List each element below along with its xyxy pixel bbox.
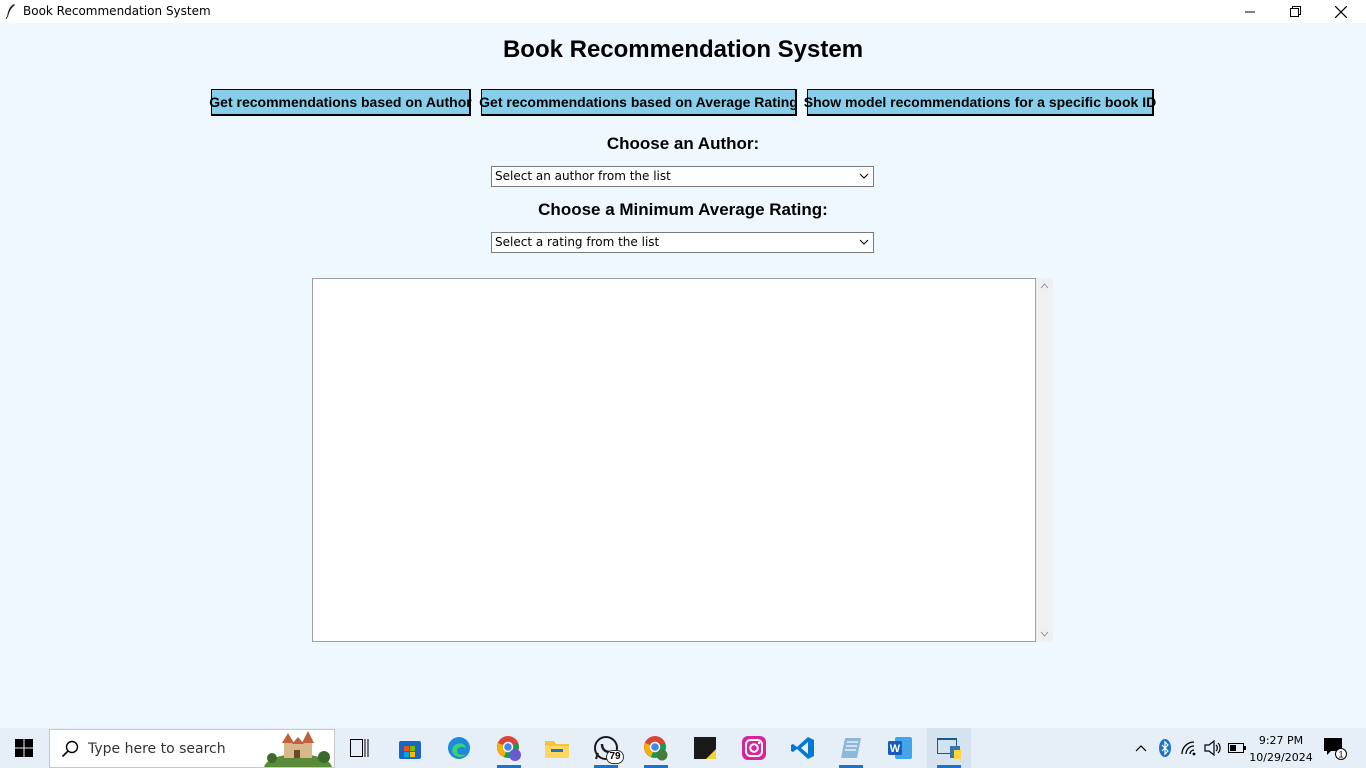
author-label: Choose an Author: bbox=[606, 134, 760, 153]
wifi-icon bbox=[1181, 741, 1196, 756]
volume-icon bbox=[1204, 740, 1221, 756]
chevron-down-icon bbox=[859, 239, 869, 245]
python-icon bbox=[937, 738, 961, 759]
rating-recommendations-button[interactable]: Get recommendations based on Average Rat… bbox=[479, 89, 798, 116]
start-button[interactable] bbox=[0, 728, 48, 768]
rating-select[interactable]: Select a rating from the list bbox=[491, 232, 874, 253]
taskbar-microsoft-store[interactable] bbox=[388, 728, 432, 768]
taskbar-edge[interactable] bbox=[437, 728, 481, 768]
notification-icon: 1 bbox=[1324, 738, 1347, 760]
results-scrollbar[interactable] bbox=[1036, 278, 1053, 642]
author-select-value: Select an author from the list bbox=[495, 169, 671, 183]
taskbar-task-view[interactable] bbox=[338, 728, 382, 768]
taskbar-file-explorer[interactable] bbox=[535, 728, 579, 768]
taskbar-instagram[interactable] bbox=[732, 728, 776, 768]
taskbar-vscode[interactable] bbox=[781, 728, 825, 768]
taskbar-notepad[interactable] bbox=[829, 728, 873, 768]
minimize-button[interactable] bbox=[1227, 0, 1273, 23]
rating-select-value: Select a rating from the list bbox=[495, 235, 660, 249]
results-text-area[interactable] bbox=[312, 278, 1036, 642]
battery-icon bbox=[1228, 743, 1246, 753]
restore-icon bbox=[1289, 6, 1301, 17]
taskbar-python[interactable] bbox=[927, 728, 971, 768]
taskbar-chrome[interactable] bbox=[634, 728, 678, 768]
close-button[interactable] bbox=[1318, 0, 1364, 23]
sticky-notes-icon bbox=[694, 737, 716, 759]
page-title: Book Recommendation System bbox=[502, 36, 864, 63]
chrome-icon bbox=[644, 736, 668, 761]
notification-center-button[interactable]: 1 bbox=[1320, 728, 1350, 768]
author-select[interactable]: Select an author from the list bbox=[491, 166, 874, 187]
taskbar-chrome-profile[interactable] bbox=[487, 728, 531, 768]
rating-label: Choose a Minimum Average Rating: bbox=[538, 200, 828, 219]
taskbar-whatsapp[interactable]: 79 bbox=[584, 728, 628, 768]
bluetooth-icon bbox=[1159, 739, 1171, 757]
search-highlight-castle-icon bbox=[264, 731, 332, 767]
notepad-icon bbox=[841, 738, 861, 758]
chevron-up-icon bbox=[1135, 745, 1147, 752]
author-recommendations-button[interactable]: Get recommendations based on Author bbox=[209, 89, 472, 116]
feather-icon bbox=[5, 4, 15, 19]
scroll-down-icon[interactable] bbox=[1040, 631, 1049, 637]
clock-date: 10/29/2024 bbox=[1249, 751, 1313, 764]
instagram-icon bbox=[742, 736, 766, 760]
microsoft-store-icon bbox=[399, 741, 421, 759]
windows-icon bbox=[15, 739, 33, 757]
restore-button[interactable] bbox=[1272, 0, 1318, 23]
minimize-icon bbox=[1245, 11, 1255, 12]
bluetooth-tray[interactable] bbox=[1156, 728, 1174, 768]
edge-icon bbox=[448, 737, 470, 759]
chrome-profile-icon bbox=[497, 736, 521, 761]
notification-count: 1 bbox=[1338, 750, 1343, 760]
search-icon bbox=[61, 740, 79, 758]
vscode-icon bbox=[791, 737, 814, 759]
window-titlebar: Book Recommendation System bbox=[0, 0, 1366, 23]
svg-text:W: W bbox=[890, 743, 901, 755]
chevron-down-icon bbox=[859, 173, 869, 179]
volume-tray[interactable] bbox=[1202, 728, 1224, 768]
taskbar-search-box[interactable]: Type here to search bbox=[49, 729, 335, 768]
network-tray[interactable] bbox=[1178, 728, 1200, 768]
file-explorer-icon bbox=[545, 741, 569, 758]
word-icon: W bbox=[888, 737, 912, 759]
taskbar-clock[interactable]: 9:27 PM 10/29/2024 bbox=[1246, 732, 1316, 766]
clock-time: 9:27 PM bbox=[1258, 734, 1304, 747]
window-title: Book Recommendation System bbox=[23, 4, 211, 18]
taskbar-word[interactable]: W bbox=[878, 728, 922, 768]
book-id-recommendations-button[interactable]: Show model recommendations for a specifi… bbox=[804, 89, 1156, 116]
taskbar-sticky-notes[interactable] bbox=[683, 728, 727, 768]
close-icon bbox=[1335, 5, 1347, 18]
whatsapp-badge: 79 bbox=[606, 750, 624, 764]
scroll-up-icon[interactable] bbox=[1040, 283, 1049, 289]
search-placeholder: Type here to search bbox=[88, 741, 226, 757]
taskbar: Type here to search 79 W 9:27 PM 10/29/2… bbox=[0, 728, 1366, 768]
task-view-icon bbox=[350, 739, 369, 757]
battery-tray[interactable] bbox=[1226, 728, 1248, 768]
show-hidden-icons-button[interactable] bbox=[1131, 728, 1151, 768]
